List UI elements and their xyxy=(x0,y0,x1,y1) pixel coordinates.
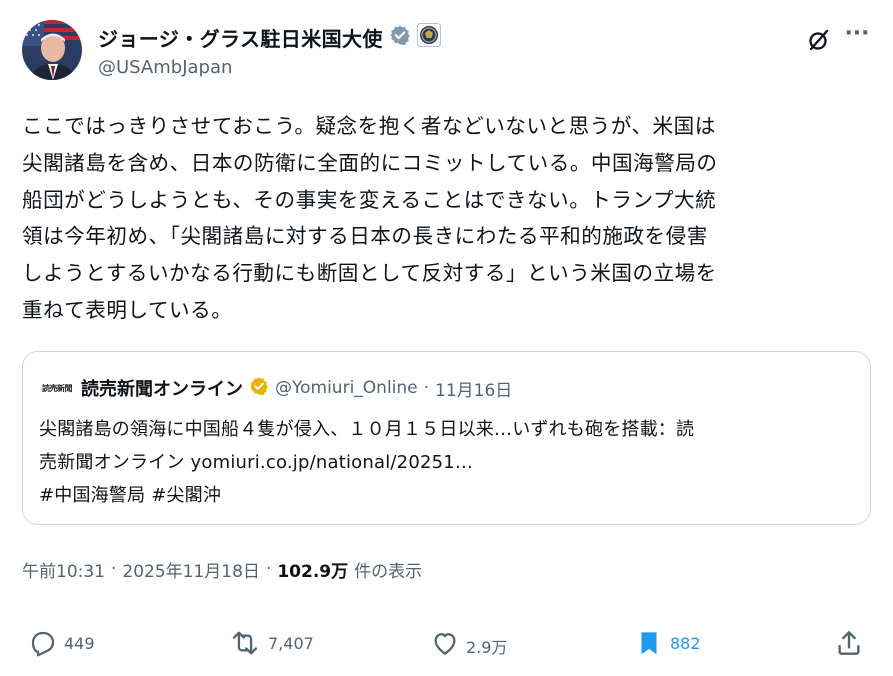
views-count: 102.9万 xyxy=(277,561,349,582)
quoted-text-line: 売新聞オンライン yomiuri.co.jp/national/20251… xyxy=(39,452,474,473)
separator-dot: · xyxy=(423,378,430,398)
verified-badge-gold-icon xyxy=(249,376,269,400)
author-display-name[interactable]: ジョージ・グラス駐日米国大使 xyxy=(98,23,383,52)
quoted-tweet-card[interactable]: 読売新聞 読売新聞オンライン @Yomiuri_Online · 11月16日 … xyxy=(22,351,871,525)
views-label: 件の表示 xyxy=(354,561,423,582)
quoted-tweet-text: 尖閣諸島の領海に中国船４隻が侵入、１０月１５日以来…いずれも砲を搭載：読 売新聞… xyxy=(39,413,859,512)
more-options-icon[interactable]: ··· xyxy=(844,22,870,52)
author-handle[interactable]: @USAmbJapan xyxy=(98,57,232,78)
verified-badge-icon xyxy=(389,24,411,50)
repost-icon xyxy=(232,631,258,655)
bookmark-count: 882 xyxy=(670,633,701,653)
quoted-text-line: #中国海警局 #尖閣沖 xyxy=(39,485,222,506)
avatar[interactable] xyxy=(22,20,82,80)
action-bar: 449 7,407 2.9万 882 xyxy=(0,620,893,666)
tweet: ジョージ・グラス駐日米国大使 @USAmbJapan ··· ここではっきりさせ… xyxy=(0,0,893,676)
quoted-tweet-header: 読売新聞 読売新聞オンライン @Yomiuri_Online · 11月16日 xyxy=(39,375,512,401)
tweet-meta: 午前10:31 · 2025年11月18日 · 102.9万 件の表示 xyxy=(22,555,422,583)
share-icon xyxy=(838,631,860,655)
quoted-author-name[interactable]: 読売新聞オンライン xyxy=(81,375,243,401)
tweet-text: ここではっきりさせておこう。疑念を抱く者などいないと思うが、米国は 尖閣諸島を含… xyxy=(22,108,875,329)
bookmark-button[interactable]: 882 xyxy=(634,620,701,666)
repost-button[interactable]: 7,407 xyxy=(228,620,314,666)
heart-icon xyxy=(434,633,456,655)
quoted-author-handle[interactable]: @Yomiuri_Online xyxy=(275,378,418,398)
reply-count: 449 xyxy=(64,633,95,653)
author-name-row: ジョージ・グラス駐日米国大使 xyxy=(98,21,441,53)
separator-dot: · xyxy=(265,559,272,579)
like-button[interactable]: 2.9万 xyxy=(430,620,507,666)
bookmark-filled-icon xyxy=(641,632,657,655)
tweet-text-line: 尖閣諸島を含め、日本の防衛に全面的にコミットしている。中国海警局の xyxy=(22,150,718,175)
tweet-text-line: 船団がどうしようとも、その事実を変えることはできない。トランプ大統 xyxy=(22,187,717,212)
like-count: 2.9万 xyxy=(466,638,508,657)
tweet-text-line: 重ねて表明している。 xyxy=(22,297,233,322)
tweet-text-line: ここではっきりさせておこう。疑念を抱く者などいないと思うが、米国は xyxy=(22,114,716,138)
reply-button[interactable]: 449 xyxy=(28,620,95,666)
tweet-date[interactable]: 2025年11月18日 xyxy=(122,557,260,582)
repost-count: 7,407 xyxy=(268,633,314,653)
avatar-image xyxy=(22,20,82,80)
quoted-tweet-date[interactable]: 11月16日 xyxy=(435,376,512,401)
embassy-seal-icon[interactable] xyxy=(416,23,441,51)
reply-icon xyxy=(31,631,55,657)
grok-icon[interactable] xyxy=(806,27,832,53)
separator-dot: · xyxy=(111,559,117,579)
tweet-text-line: しようとするいかなる行動にも断固として反対する」という米国の立場を xyxy=(22,261,717,286)
quoted-text-line: 尖閣諸島の領海に中国船４隻が侵入、１０月１５日以来…いずれも砲を搭載：読 xyxy=(39,419,695,440)
tweet-text-line: 領は今年初め、「尖閣諸島に対する日本の長きにわたる平和的施政を侵害 xyxy=(22,224,708,249)
yomiuri-logo-icon: 読売新聞 xyxy=(42,382,73,393)
share-button[interactable] xyxy=(834,620,864,666)
tweet-time[interactable]: 午前10:31 xyxy=(22,557,105,582)
